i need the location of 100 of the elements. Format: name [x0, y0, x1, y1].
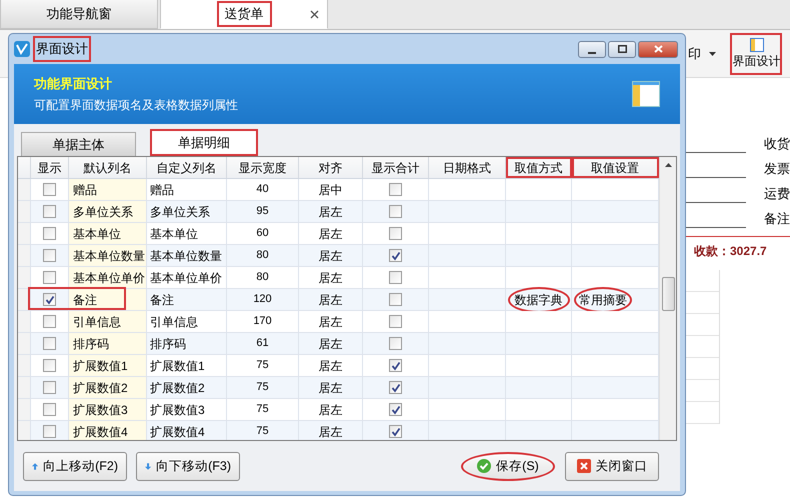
table-cell-text: 扩展数值3: [73, 402, 128, 418]
checkbox[interactable]: [389, 403, 402, 416]
column-header[interactable]: 显示合计: [363, 157, 429, 178]
table-cell-text: 赠品: [73, 182, 97, 198]
up-button[interactable]: 向上移动(F2): [23, 452, 127, 480]
tab[interactable]: 单据主体: [21, 132, 136, 156]
caret-icon[interactable]: [709, 52, 716, 56]
checkbox[interactable]: [389, 205, 402, 218]
app-tab[interactable]: 功能导航窗: [0, 0, 158, 29]
table-cell-text: 居左: [318, 336, 342, 352]
table-cell-text: 扩展数值2: [73, 380, 128, 396]
column-header[interactable]: 自定义列名: [147, 157, 227, 178]
toolbar-label[interactable]: 印: [688, 44, 701, 64]
table-cell-text: 扩展数值2: [150, 380, 205, 396]
checkbox[interactable]: [43, 205, 56, 218]
table-cell-text: 基本单位单价: [150, 270, 222, 286]
table-cell-text: 170: [253, 314, 272, 330]
scroll-up-icon[interactable]: [664, 163, 672, 167]
form-label: 收货: [764, 134, 790, 152]
column-header[interactable]: 显示: [31, 157, 69, 178]
table-cell-text: 60: [256, 226, 269, 242]
checkbox[interactable]: [389, 425, 402, 438]
column-header[interactable]: 默认列名: [69, 157, 147, 178]
table-cell-text: 多单位关系: [150, 204, 210, 220]
table-cell-text: 基本单位: [150, 226, 198, 242]
checkbox[interactable]: [43, 271, 56, 284]
column-header[interactable]: 日期格式: [429, 157, 506, 178]
checkbox[interactable]: [43, 227, 56, 240]
table-cell-text: 80: [256, 248, 269, 264]
design-button[interactable]: 界面设计: [730, 32, 782, 74]
checkbox[interactable]: [43, 381, 56, 394]
table-cell-text: 扩展数值3: [150, 402, 205, 418]
checkbox[interactable]: [389, 293, 402, 306]
table-cell-text: 扩展数值1: [150, 358, 205, 374]
minimize-icon: [588, 52, 596, 54]
column-header[interactable]: 取值方式: [506, 157, 572, 178]
close-button[interactable]: [638, 40, 678, 58]
form-label: 发票: [764, 160, 790, 178]
table-cell-text: 基本单位: [73, 226, 121, 242]
table-cell-text: 备注: [73, 292, 97, 308]
minimize-button[interactable]: [578, 40, 606, 58]
table-cell-text: 基本单位数量: [150, 248, 222, 264]
table-cell-text: 75: [256, 402, 269, 418]
checkbox[interactable]: [43, 315, 56, 328]
layout-icon: [632, 81, 660, 107]
checkbox[interactable]: [43, 183, 56, 196]
app-tab[interactable]: 送货单: [160, 0, 328, 29]
checkbox[interactable]: [389, 359, 402, 372]
form-label: 备注: [764, 210, 790, 228]
maximize-button[interactable]: [608, 40, 636, 58]
table-cell-text: 引单信息: [73, 314, 121, 330]
checkbox[interactable]: [389, 315, 402, 328]
table-cell-text: 居左: [318, 358, 342, 374]
column-header[interactable]: 对齐: [299, 157, 363, 178]
checkbox[interactable]: [389, 227, 402, 240]
table-cell-text: 扩展数值4: [73, 424, 128, 440]
save-button[interactable]: 保存(S): [461, 452, 555, 480]
table-cell-text: 居中: [318, 182, 342, 198]
form-label: 运费: [764, 184, 790, 202]
table-cell-text: 75: [256, 380, 269, 396]
table-cell-text: 基本单位数量: [73, 248, 145, 264]
checkbox[interactable]: [389, 249, 402, 262]
down-button[interactable]: 向下移动(F3): [136, 452, 240, 480]
close-icon: [576, 459, 590, 473]
scroll-thumb[interactable]: [662, 277, 674, 311]
column-header[interactable]: 显示宽度: [227, 157, 299, 178]
close-icon[interactable]: [310, 10, 319, 19]
checkbox[interactable]: [43, 359, 56, 372]
table-cell-text: 引单信息: [150, 314, 198, 330]
table-cell-text: 居左: [318, 292, 342, 308]
table-cell-text: 赠品: [150, 182, 174, 198]
checkbox[interactable]: [43, 293, 56, 306]
checkbox[interactable]: [43, 425, 56, 438]
checkbox[interactable]: [389, 381, 402, 394]
table-cell-text: 扩展数值4: [150, 424, 205, 440]
checkbox[interactable]: [389, 271, 402, 284]
close-button[interactable]: 关闭窗口: [565, 452, 659, 480]
table-cell-text: 75: [256, 424, 269, 440]
table-cell-text: 居左: [318, 402, 342, 418]
checkbox[interactable]: [43, 249, 56, 262]
column-header[interactable]: 取值设置: [572, 157, 659, 178]
table-cell-text: 61: [256, 336, 269, 352]
table-cell-text: 居左: [318, 270, 342, 286]
close-icon: [654, 45, 662, 53]
checkbox[interactable]: [43, 337, 56, 350]
scrollbar[interactable]: [659, 157, 676, 440]
table-cell-text: 居左: [318, 424, 342, 440]
checkbox[interactable]: [389, 183, 402, 196]
table-cell-text: 备注: [150, 292, 174, 308]
table-cell-text: 居左: [318, 314, 342, 330]
checkbox[interactable]: [389, 337, 402, 350]
table-cell-text: 95: [256, 204, 269, 220]
maximize-icon: [618, 45, 626, 53]
table-cell-text: 排序码: [73, 336, 109, 352]
tab[interactable]: 单据明细: [150, 129, 258, 156]
table-cell-text: 排序码: [150, 336, 186, 352]
table-cell-text: 40: [256, 182, 269, 198]
checkbox[interactable]: [43, 403, 56, 416]
table-cell-text: 居左: [318, 204, 342, 220]
app-logo-icon: [14, 41, 30, 57]
